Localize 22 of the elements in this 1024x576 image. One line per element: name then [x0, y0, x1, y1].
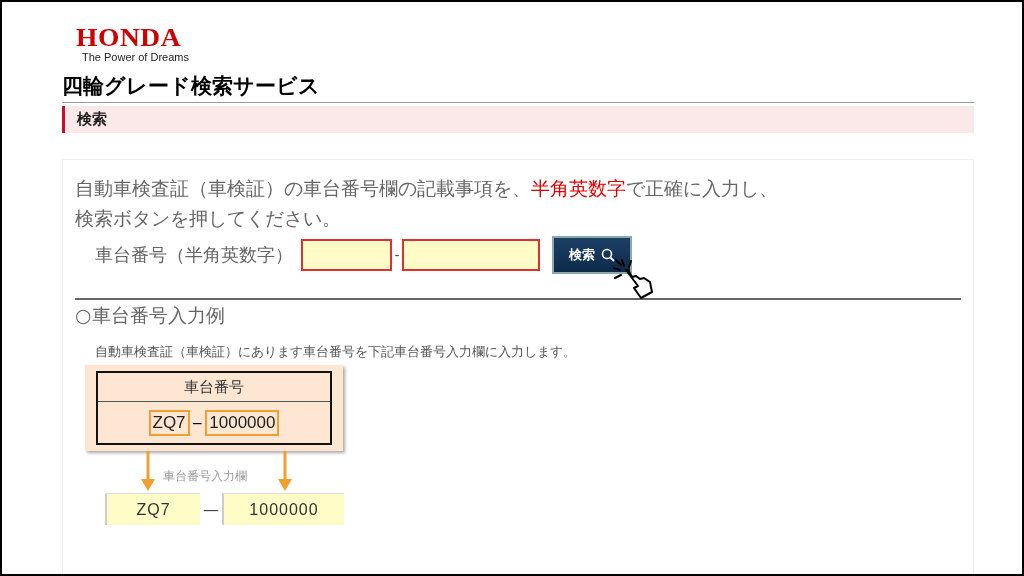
separator-text: - [393, 247, 401, 263]
input-field[interactable] [301, 239, 392, 271]
hand-cursor-icon [612, 258, 656, 302]
section-heading: 検索 [62, 106, 974, 133]
separator-text: − [190, 414, 205, 431]
caption-text: 車台番号入力欄 [163, 469, 247, 484]
input-field[interactable] [402, 239, 540, 271]
subheading: ○車台番号入力例 [75, 303, 226, 328]
table-header: 車台番号 [98, 373, 330, 402]
field-label: 車台番号（半角英数字） [95, 243, 293, 267]
search-icon [601, 248, 615, 262]
example-value: 1000000 [205, 409, 280, 436]
arrow-icon [278, 451, 292, 491]
tagline: The Power of Dreams [82, 50, 189, 64]
separator-text: — [202, 499, 220, 519]
logo[interactable]: HONDA [76, 26, 182, 50]
note-text: 自動車検査証（車検証）にあります車台番号を下記車台番号入力欄に入力します。 [95, 344, 577, 361]
example-value: ZQ7 [148, 409, 190, 436]
arrow-icon [141, 451, 155, 491]
instruction-text: 自動車検査証（車検証）の車台番号欄の記載事項を、半角英数字で正確に入力し、 検索ボタンを押してください。 [75, 177, 779, 231]
page-title: 四輪グレード検索サービス [62, 72, 974, 103]
search-button[interactable]: 検索 [552, 236, 632, 274]
